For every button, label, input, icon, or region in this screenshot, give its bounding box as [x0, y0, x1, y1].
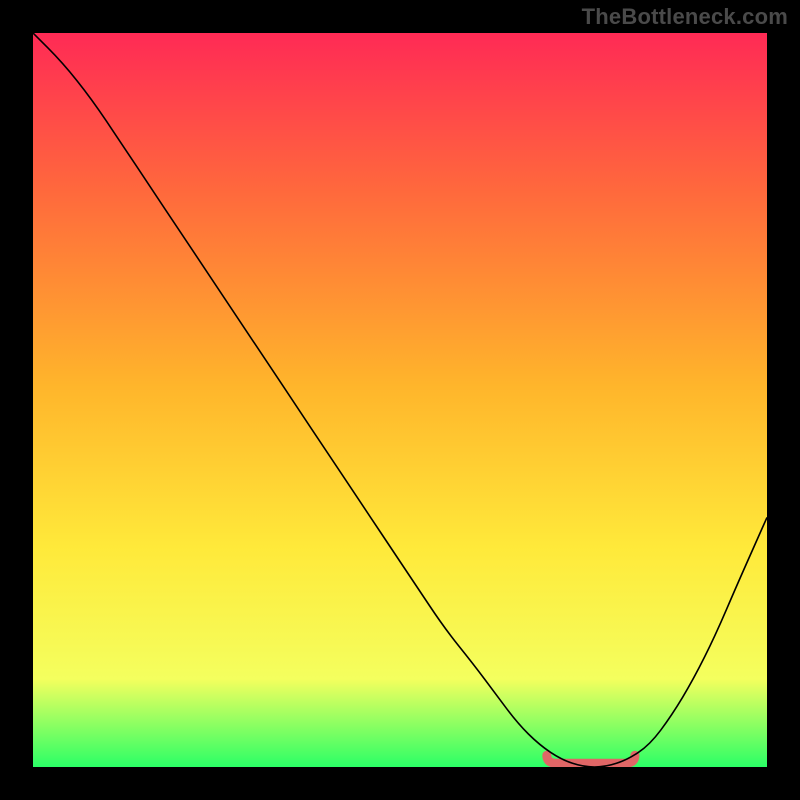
gradient-background: [33, 33, 767, 767]
chart-frame: TheBottleneck.com: [0, 0, 800, 800]
watermark-text: TheBottleneck.com: [582, 4, 788, 30]
plot-area: [33, 33, 767, 767]
chart-svg: [33, 33, 767, 767]
